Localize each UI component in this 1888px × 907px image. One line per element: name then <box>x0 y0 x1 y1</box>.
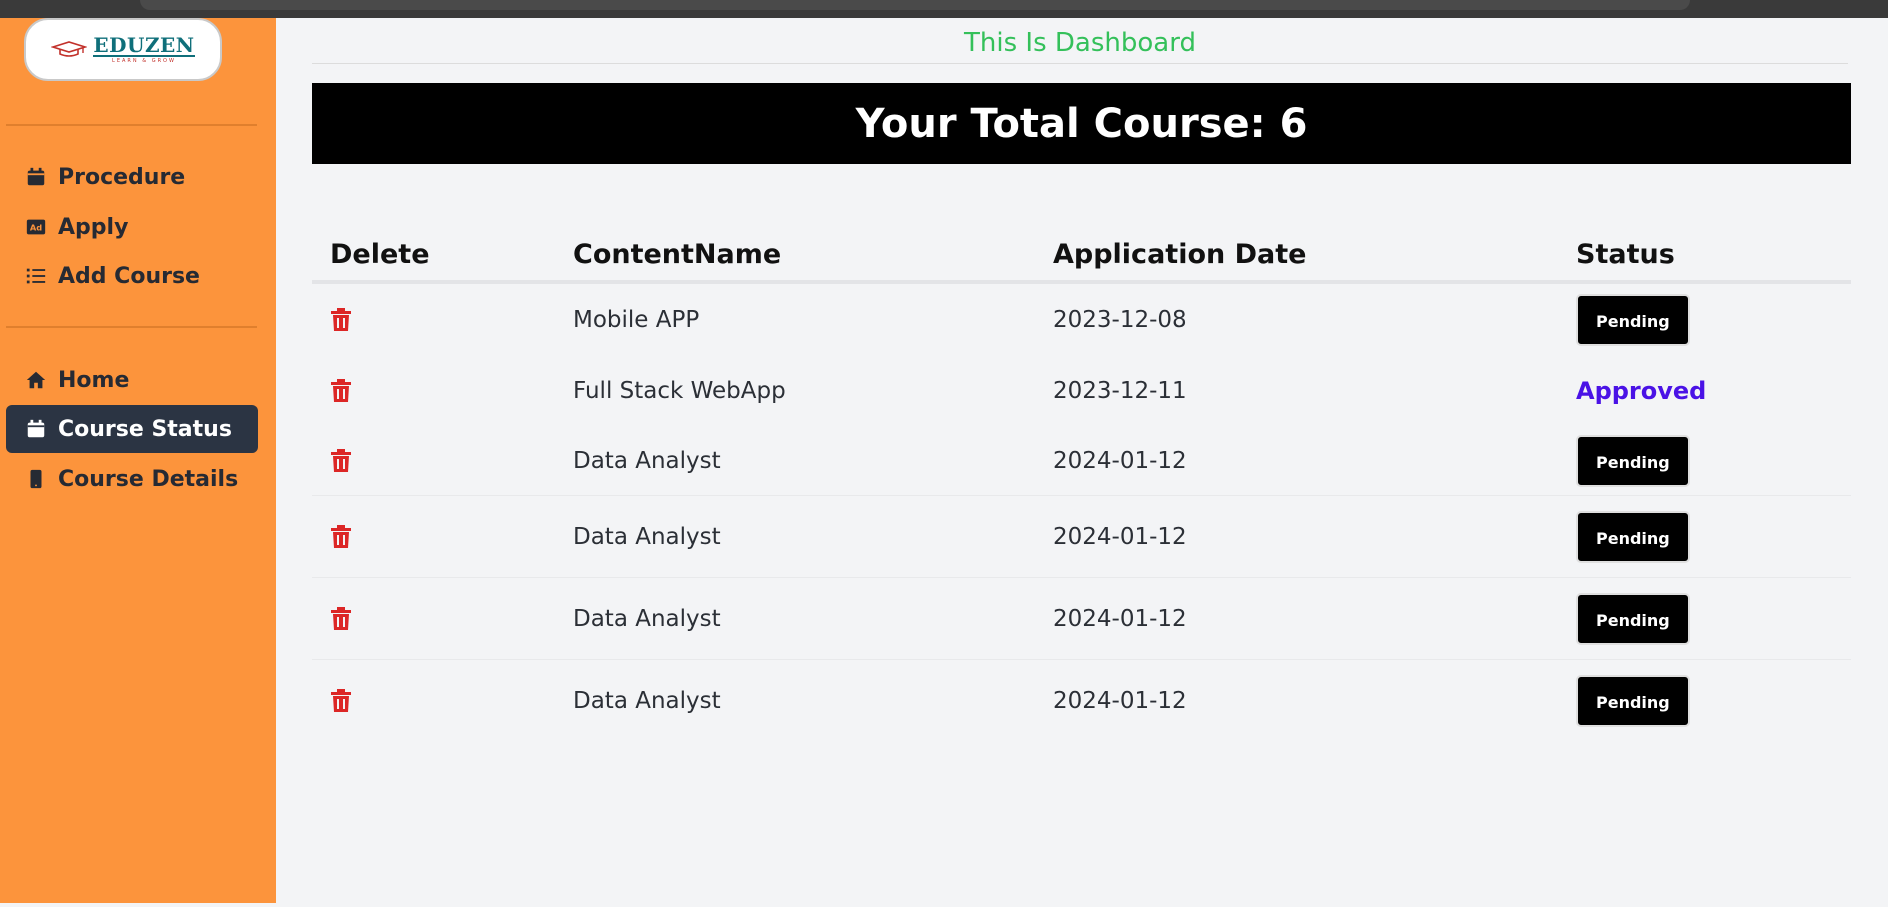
status-badge[interactable]: Pending <box>1576 293 1690 346</box>
sidebar-item-label: Procedure <box>58 164 186 190</box>
trash-icon[interactable] <box>330 606 352 631</box>
logo-name: EDUZEN <box>93 32 195 57</box>
sidebar-item-course-details[interactable]: Course Details <box>6 455 258 503</box>
brand-logo[interactable]: EDUZEN LEARN & GROW <box>24 18 222 81</box>
home-icon <box>24 368 48 392</box>
sidebar-divider <box>6 326 257 328</box>
list-icon <box>24 264 48 288</box>
table-header: Delete ContentName Application Date Stat… <box>312 228 1851 284</box>
svg-text:Ad: Ad <box>30 223 42 233</box>
mobile-icon <box>24 467 48 491</box>
application-date-cell: 2023-12-08 <box>1053 306 1187 333</box>
sidebar-item-procedure[interactable]: Procedure <box>6 153 258 201</box>
logo-tagline: LEARN & GROW <box>112 57 176 64</box>
status-badge[interactable]: Pending <box>1576 510 1690 563</box>
table-row: Full Stack WebApp 2023-12-11 Approved <box>312 355 1851 426</box>
sidebar-item-apply[interactable]: Ad Apply <box>6 203 258 251</box>
calendar-icon <box>24 417 48 441</box>
content-name-cell: Data Analyst <box>573 447 721 474</box>
sidebar-item-add-course[interactable]: Add Course <box>6 252 258 300</box>
browser-top-bar <box>0 0 1888 18</box>
total-course-banner: Your Total Course: 6 <box>312 83 1851 164</box>
sidebar-item-label: Home <box>58 367 130 393</box>
trash-icon[interactable] <box>330 307 352 332</box>
header-delete: Delete <box>330 238 430 270</box>
content-name-cell: Data Analyst <box>573 605 721 632</box>
table-row: Data Analyst 2024-01-12 Pending <box>312 660 1851 742</box>
table-row: Mobile APP 2023-12-08 Pending <box>312 284 1851 355</box>
content-name-cell: Full Stack WebApp <box>573 377 786 404</box>
table-row: Data Analyst 2024-01-12 Pending <box>312 426 1851 496</box>
table-row: Data Analyst 2024-01-12 Pending <box>312 496 1851 578</box>
table-row: Data Analyst 2024-01-12 Pending <box>312 578 1851 660</box>
status-badge[interactable]: Pending <box>1576 592 1690 645</box>
application-date-cell: 2023-12-11 <box>1053 377 1187 404</box>
ad-icon: Ad <box>24 215 48 239</box>
sidebar-item-label: Apply <box>58 214 129 240</box>
content-name-cell: Mobile APP <box>573 306 700 333</box>
content-name-cell: Data Analyst <box>573 523 721 550</box>
sidebar-item-home[interactable]: Home <box>6 356 258 404</box>
application-date-cell: 2024-01-12 <box>1053 605 1187 632</box>
logo-text: EDUZEN LEARN & GROW <box>93 32 195 65</box>
trash-icon[interactable] <box>330 448 352 473</box>
calendar-icon <box>24 165 48 189</box>
header-content-name: ContentName <box>573 238 782 270</box>
page-title: This Is Dashboard <box>312 28 1848 64</box>
status-badge[interactable]: Pending <box>1576 675 1690 727</box>
header-application-date: Application Date <box>1053 238 1307 270</box>
sidebar-item-label: Add Course <box>58 263 200 289</box>
trash-icon[interactable] <box>330 524 352 549</box>
trash-icon[interactable] <box>330 378 352 403</box>
sidebar-item-label: Course Details <box>58 466 239 492</box>
status-badge[interactable]: Pending <box>1576 434 1690 487</box>
content-name-cell: Data Analyst <box>573 688 721 714</box>
main-content: This Is Dashboard Your Total Course: 6 D… <box>276 18 1888 903</box>
graduation-cap-icon <box>51 40 88 57</box>
browser-url-bar[interactable] <box>140 0 1690 10</box>
sidebar-item-course-status[interactable]: Course Status <box>6 405 258 453</box>
application-date-cell: 2024-01-12 <box>1053 688 1187 714</box>
application-date-cell: 2024-01-12 <box>1053 447 1187 474</box>
status-approved-text: Approved <box>1576 376 1707 405</box>
table-body: Mobile APP 2023-12-08 Pending Full Stack… <box>312 284 1851 742</box>
trash-icon[interactable] <box>330 689 352 713</box>
course-table: Delete ContentName Application Date Stat… <box>312 228 1851 742</box>
sidebar-divider <box>6 124 257 126</box>
header-status: Status <box>1576 238 1675 270</box>
sidebar-item-label: Course Status <box>58 416 232 442</box>
sidebar: EDUZEN LEARN & GROW Procedure Ad Apply A… <box>0 18 276 903</box>
application-date-cell: 2024-01-12 <box>1053 523 1187 550</box>
